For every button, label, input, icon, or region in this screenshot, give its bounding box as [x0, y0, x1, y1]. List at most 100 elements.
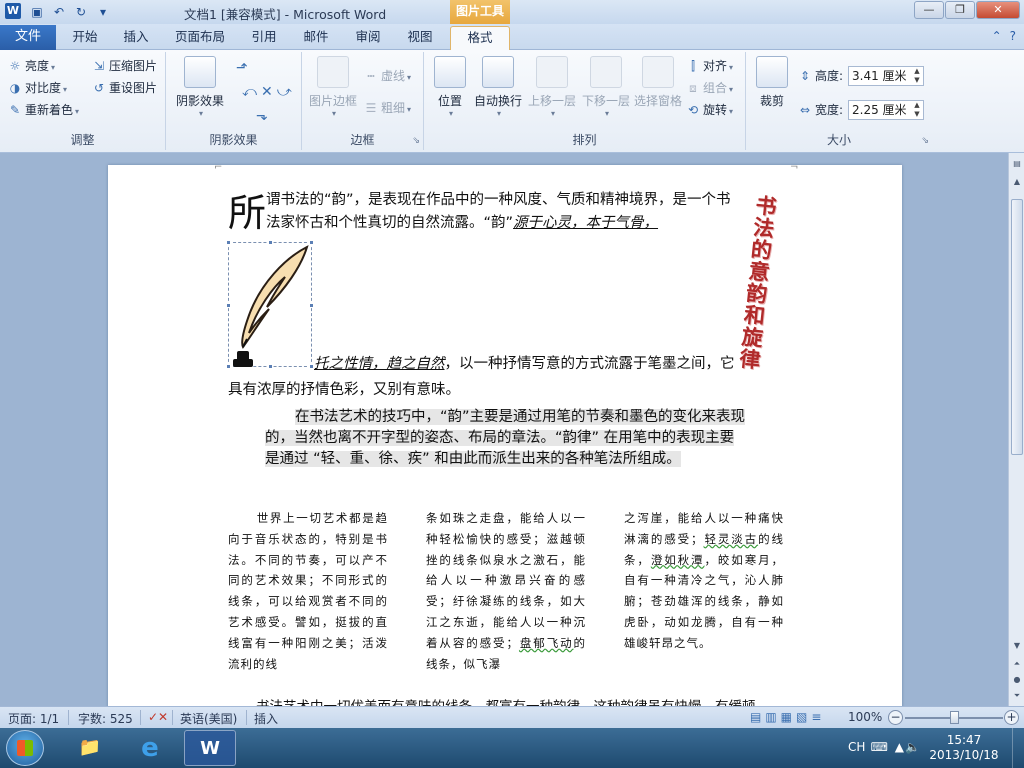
ie-taskbar-icon[interactable]: e: [124, 730, 176, 766]
save-icon[interactable]: ▣: [28, 3, 46, 21]
tab-home[interactable]: 开始: [62, 26, 108, 50]
brightness-button[interactable]: ☼ 亮度 ▾: [8, 56, 55, 76]
rotate-button[interactable]: ⟲ 旋转 ▾: [686, 100, 733, 120]
zoom-slider-knob[interactable]: [950, 711, 959, 724]
insert-mode-indicator[interactable]: 插入: [254, 710, 278, 727]
selection-pane-icon: [642, 56, 674, 88]
document-page[interactable]: ⌐ ¬ 所 谓书法的“韵”，是表现在作品中的一种风度、气质和精神境界，是一个书法…: [108, 162, 902, 706]
vertical-wordart-title[interactable]: 书法的意韵和旋律: [731, 192, 785, 372]
position-button[interactable]: 位置 ▾: [432, 56, 468, 118]
tab-insert[interactable]: 插入: [114, 26, 158, 50]
picture-border-icon: [317, 56, 349, 88]
quill-ink-icon: [233, 245, 309, 367]
proofing-icon[interactable]: ✓✕: [148, 710, 168, 724]
maximize-button[interactable]: ❐: [945, 1, 975, 19]
minimize-ribbon-icon[interactable]: ⌃: [992, 29, 1002, 43]
nudge-shadow-down-icon[interactable]: ⬎: [256, 106, 268, 126]
language-indicator[interactable]: 英语(美国): [180, 710, 237, 727]
page-count[interactable]: 页面: 1/1: [8, 710, 59, 727]
clock[interactable]: 15:47 2013/10/18: [924, 733, 1004, 763]
recolor-button[interactable]: ✎ 重新着色 ▾: [8, 100, 79, 120]
weight-button[interactable]: ☰ 粗细 ▾: [364, 98, 411, 118]
height-label: ⇕ 高度:: [798, 66, 843, 86]
group-button[interactable]: ⧈ 组合 ▾: [686, 78, 733, 98]
group-label-border: 边框: [350, 133, 375, 147]
ime-indicator[interactable]: CH: [848, 740, 872, 754]
volume-icon[interactable]: 🔈: [905, 740, 920, 754]
redo-icon[interactable]: ↻: [72, 3, 90, 21]
picture-border-button[interactable]: 图片边框 ▾: [306, 56, 360, 118]
scroll-down-icon[interactable]: ▼: [1010, 639, 1024, 653]
zoom-level[interactable]: 100%: [848, 710, 882, 724]
three-column-section[interactable]: 世界上一切艺术都是趋向于音乐状态的，特别是书法。不同的节奏，可以产不同的艺术效果…: [228, 508, 784, 674]
text-wrapping-button[interactable]: 自动换行 ▾: [472, 56, 524, 118]
tab-file[interactable]: 文件: [0, 25, 56, 50]
column-2[interactable]: 条如珠之走盘，能给人以一种轻松愉快的感受；滋越顿挫的线条似泉水之激石，能给人以一…: [426, 508, 586, 674]
dashes-icon: ┅: [367, 69, 375, 83]
crop-button[interactable]: 裁剪: [754, 56, 790, 109]
view-buttons-icon[interactable]: ▤▥▦▧≡: [750, 710, 825, 724]
nudge-shadow-up-icon[interactable]: ⬏: [236, 58, 248, 78]
word-taskbar-icon[interactable]: W: [184, 730, 236, 766]
paragraph-1-continued[interactable]: 托之性情，趋之自然，以一种抒情写意的方式流露于笔墨之间，它具有浓厚的抒情色彩，又…: [228, 351, 738, 403]
compress-pictures-button[interactable]: ⇲ 压缩图片: [92, 56, 157, 76]
tab-mailings[interactable]: 邮件: [294, 26, 338, 50]
close-button[interactable]: ✕: [976, 1, 1020, 19]
paragraph-1-intro[interactable]: 谓书法的“韵”，是表现在作品中的一种风度、气质和精神境界，是一个书法家怀古和个性…: [266, 189, 736, 235]
tab-references[interactable]: 引用: [242, 26, 286, 50]
next-page-icon[interactable]: ⏷: [1010, 689, 1024, 703]
column-3[interactable]: 之泻崖，能给人以一种痛快淋漓的感受；轻灵淡古的线条，澄如秋潭，皎如寒月，自有一种…: [624, 508, 784, 674]
minimize-button[interactable]: —: [914, 1, 944, 19]
paragraph-4-partial[interactable]: 书法艺术中一切优美而有意味的线条，都富有一种韵律，这种韵律虽有快慢、有缓顿: [256, 695, 816, 706]
height-spinner-icon[interactable]: ▲ ▼: [911, 67, 923, 85]
previous-page-icon[interactable]: ⏶: [1010, 657, 1024, 671]
keyboard-icon[interactable]: ⌨: [871, 740, 888, 754]
undo-icon[interactable]: ↶: [50, 3, 68, 21]
bring-forward-button[interactable]: 上移一层 ▾: [526, 56, 578, 118]
size-dialog-launcher-icon[interactable]: ⇘: [921, 136, 929, 146]
customize-qat-icon[interactable]: ▾: [94, 3, 112, 21]
zoom-out-icon[interactable]: −: [888, 710, 903, 725]
compress-icon: ⇲: [93, 59, 105, 73]
tab-review[interactable]: 审阅: [346, 26, 390, 50]
tab-page-layout[interactable]: 页面布局: [166, 26, 234, 50]
height-input[interactable]: 3.41 厘米 ▲ ▼: [848, 66, 924, 86]
word-app-icon[interactable]: W: [5, 3, 21, 19]
width-spinner-icon[interactable]: ▲ ▼: [911, 101, 923, 119]
paragraph-2-highlighted[interactable]: 在书法艺术的技巧中，“韵”主要是通过用笔的节奏和墨色的变化来表现的，当然也离不开…: [265, 407, 747, 470]
reset-picture-button[interactable]: ↺ 重设图片: [92, 78, 157, 98]
drop-cap[interactable]: 所: [228, 193, 266, 233]
show-desktop-button[interactable]: [1012, 728, 1024, 768]
scroll-up-icon[interactable]: ▲: [1010, 175, 1024, 189]
page-corner-mark-left: ⌐: [214, 162, 223, 173]
ruler-toggle-icon[interactable]: ▤: [1010, 157, 1024, 171]
align-button[interactable]: ⫿ 对齐 ▾: [686, 56, 733, 76]
tab-format[interactable]: 格式: [450, 26, 510, 50]
vertical-scrollbar[interactable]: ▤ ▲ ▼ ⏶ ● ⏷: [1008, 153, 1024, 706]
quill-picture[interactable]: [226, 240, 314, 369]
shadow-effects-button[interactable]: 阴影效果 ▾: [172, 56, 228, 118]
dashes-button[interactable]: ┅ 虚线 ▾: [364, 66, 411, 86]
shadow-toggle-icon[interactable]: ⤺✕⤻: [242, 82, 296, 102]
contrast-button[interactable]: ◑ 对比度 ▾: [8, 78, 67, 98]
selection-pane-button[interactable]: 选择窗格: [632, 56, 684, 109]
document-area[interactable]: ⌐ ¬ 所 谓书法的“韵”，是表现在作品中的一种风度、气质和精神境界，是一个书法…: [0, 153, 1008, 706]
column-1[interactable]: 世界上一切艺术都是趋向于音乐状态的，特别是书法。不同的节奏，可以产不同的艺术效果…: [228, 508, 388, 674]
send-backward-button[interactable]: 下移一层 ▾: [580, 56, 632, 118]
network-icon[interactable]: ▲: [895, 740, 904, 754]
start-button-icon[interactable]: [6, 730, 44, 766]
group-label-size: 大小: [826, 133, 851, 147]
scroll-thumb[interactable]: [1011, 199, 1023, 455]
browse-object-icon[interactable]: ●: [1010, 673, 1024, 687]
zoom-in-icon[interactable]: +: [1004, 710, 1019, 725]
border-dialog-launcher-icon[interactable]: ⇘: [412, 136, 420, 146]
explorer-taskbar-icon[interactable]: 📁: [64, 730, 116, 766]
help-icon[interactable]: ?: [1010, 29, 1016, 43]
width-input[interactable]: 2.25 厘米 ▲ ▼: [848, 100, 924, 120]
height-icon: ⇕: [799, 69, 811, 83]
windows-taskbar: 📁 e W CH ⌨ ▲ 🔈 15:47 2013/10/18: [0, 728, 1024, 768]
word-count[interactable]: 字数: 525: [78, 710, 133, 727]
group-icon: ⧈: [689, 81, 697, 95]
tab-view[interactable]: 视图: [398, 26, 442, 50]
group-label-arrange: 排列: [572, 133, 597, 147]
